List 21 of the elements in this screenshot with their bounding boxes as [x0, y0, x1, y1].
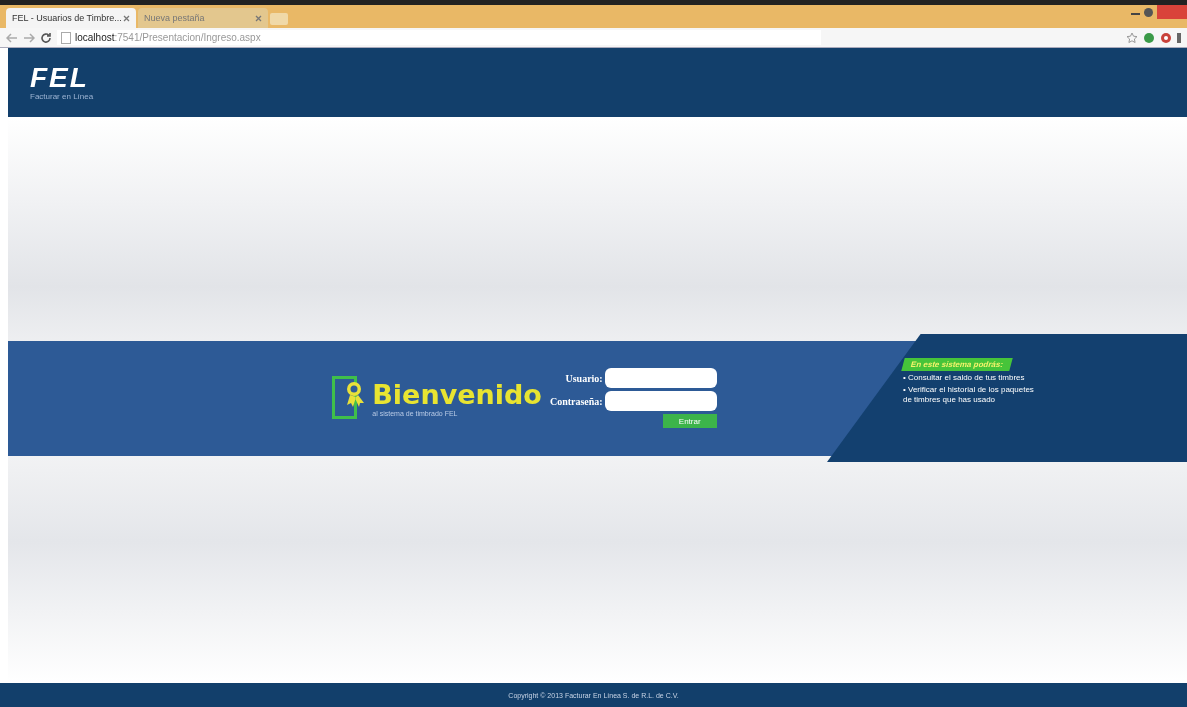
star-icon[interactable] — [1126, 31, 1138, 44]
info-item: • Consultar el saldo de tus timbres — [903, 373, 1026, 383]
info-item: • Verificar el historial de los paquetes de timbres que has usado — [903, 385, 1035, 405]
logo: FEL — [30, 64, 90, 92]
extension-icon[interactable] — [1143, 31, 1155, 44]
back-icon[interactable] — [6, 32, 18, 43]
browser-tab[interactable]: FEL - Usuarios de Timbre... — [6, 8, 136, 28]
field-label: Usuario: — [565, 372, 603, 384]
welcome-title: Bienvenido — [372, 379, 542, 410]
close-icon[interactable] — [123, 14, 130, 22]
field-label: Contraseña: — [549, 395, 603, 407]
extension-icon[interactable] — [1160, 31, 1172, 44]
certificate-icon — [332, 376, 367, 420]
close-icon[interactable] — [255, 14, 262, 22]
reload-icon[interactable] — [40, 31, 52, 44]
input-field[interactable] — [604, 391, 717, 411]
address-bar[interactable]: localhost:7541/Presentacion/Ingreso.aspx — [57, 30, 821, 45]
forward-icon[interactable] — [23, 32, 35, 43]
tagline: Facturar en Línea — [30, 92, 94, 101]
info-heading: En este sistema podrás: — [901, 358, 1013, 371]
input-field[interactable] — [604, 368, 717, 388]
